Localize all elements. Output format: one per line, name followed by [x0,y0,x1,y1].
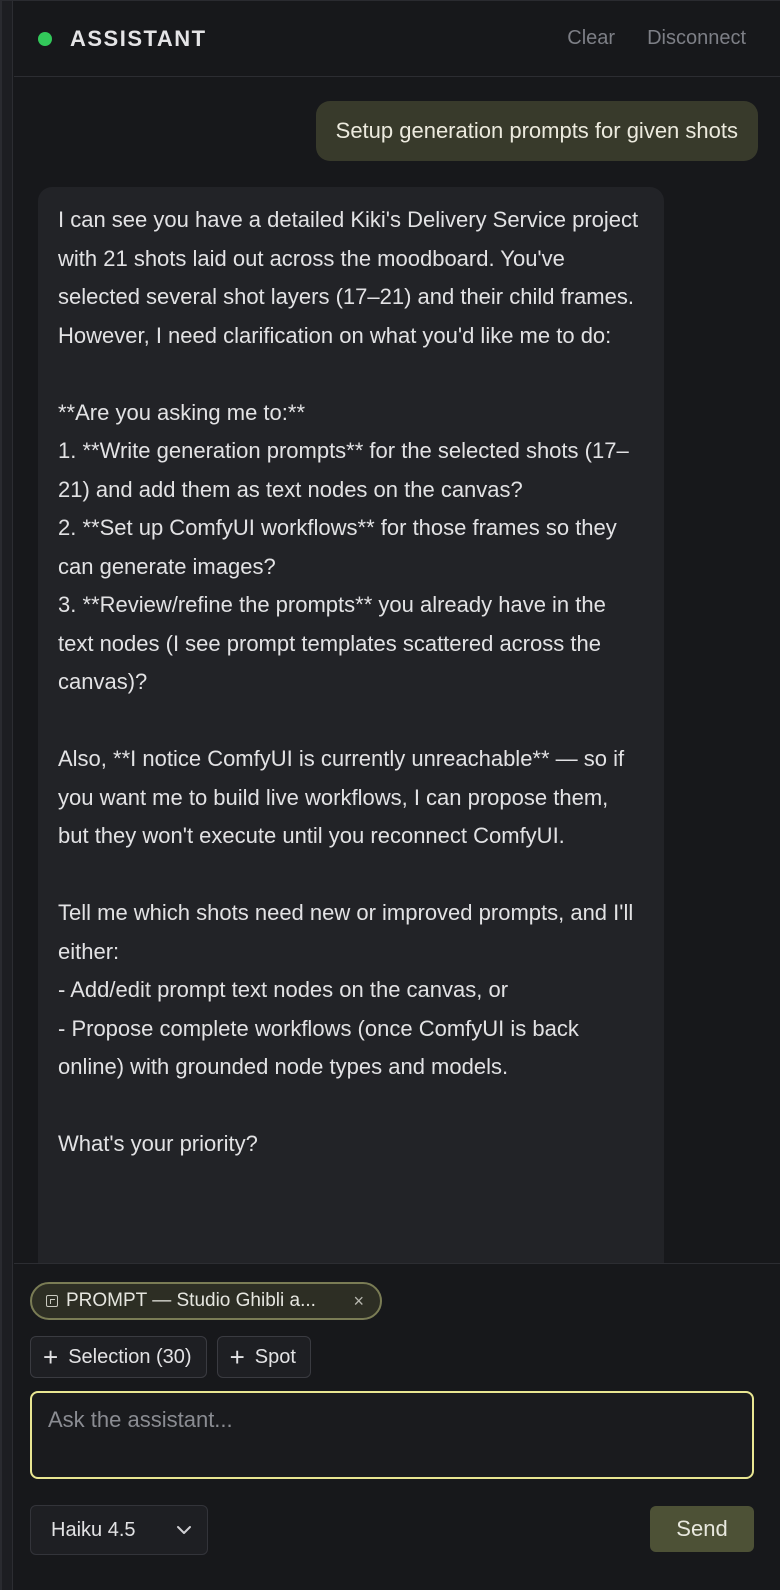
add-spot-button[interactable]: + Spot [216,1336,311,1378]
user-message: Setup generation prompts for given shots [315,101,758,161]
header-actions: Clear Disconnect [567,27,746,50]
assistant-panel: ASSISTANT Clear Disconnect Setup generat… [0,0,780,1590]
close-icon[interactable]: × [353,1291,364,1312]
assistant-message: I can see you have a detailed Kiki's Del… [38,187,664,1277]
frame-icon [46,1295,58,1307]
add-selection-button[interactable]: + Selection (30) [30,1336,207,1378]
model-select-value: Haiku 4.5 [51,1518,136,1541]
chevron-down-icon [177,1526,191,1534]
status-dot-icon [38,31,52,46]
panel-resize-rail[interactable] [2,1,13,1590]
message-input[interactable] [30,1391,754,1479]
model-select[interactable]: Haiku 4.5 [30,1505,208,1555]
context-chip[interactable]: PROMPT — Studio Ghibli a... × [30,1282,382,1320]
send-button[interactable]: Send [650,1506,754,1552]
plus-icon: + [43,1342,59,1372]
add-selection-label: Selection (30) [68,1345,192,1368]
panel-title: ASSISTANT [70,25,207,51]
clear-button[interactable]: Clear [567,27,615,50]
message-list[interactable]: Setup generation prompts for given shots… [14,77,780,1277]
context-chip-label: PROMPT — Studio Ghibli a... [66,1290,316,1311]
disconnect-button[interactable]: Disconnect [647,27,746,50]
context-buttons: + Selection (30) + Spot [30,1336,311,1378]
panel-header: ASSISTANT Clear Disconnect [14,1,780,77]
composer: PROMPT — Studio Ghibli a... × + Selectio… [14,1263,780,1590]
plus-icon: + [229,1342,245,1372]
add-spot-label: Spot [254,1345,296,1368]
